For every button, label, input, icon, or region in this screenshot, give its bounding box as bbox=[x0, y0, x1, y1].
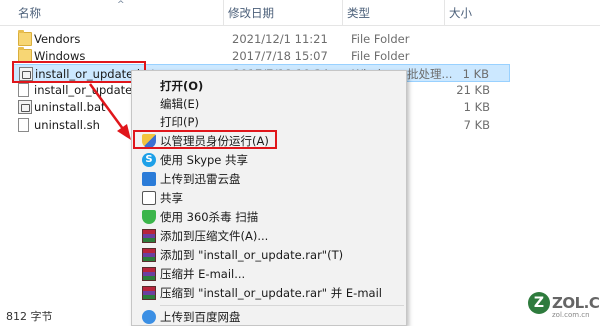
file-type: File Folder bbox=[351, 49, 410, 63]
file-size: 1 KB bbox=[463, 100, 490, 114]
column-name-label: 名称 bbox=[18, 6, 41, 20]
menu-item-open[interactable]: 打开(O) bbox=[132, 77, 406, 95]
file-date: 2021/12/1 11:21 bbox=[232, 32, 328, 46]
column-size-header[interactable]: 大小 bbox=[445, 0, 515, 26]
menu-item-upload-baidu[interactable]: 上传到百度网盘 bbox=[132, 308, 406, 326]
baidu-cloud-icon bbox=[142, 310, 156, 324]
menu-item-label: 使用 360杀毒 扫描 bbox=[160, 210, 259, 224]
file-size: 7 KB bbox=[463, 118, 490, 132]
menu-item-share[interactable]: 共享 bbox=[132, 189, 406, 207]
winrar-icon bbox=[142, 286, 156, 300]
menu-item-print[interactable]: 打印(P) bbox=[132, 113, 406, 131]
share-icon bbox=[142, 191, 156, 205]
file-row-vendors[interactable]: Vendors 2021/12/1 11:21 File Folder bbox=[12, 30, 510, 48]
folder-icon bbox=[18, 30, 32, 46]
menu-item-label: 压缩到 "install_or_update.rar" 并 E-mail bbox=[160, 286, 382, 300]
status-bar-text: 812 字节 bbox=[6, 310, 53, 323]
batch-file-icon bbox=[18, 100, 32, 114]
menu-item-skype-share[interactable]: S 使用 Skype 共享 bbox=[132, 151, 406, 169]
xunlei-icon bbox=[142, 172, 156, 186]
skype-icon: S bbox=[142, 153, 156, 167]
menu-item-label: 使用 Skype 共享 bbox=[160, 153, 249, 167]
winrar-icon bbox=[142, 267, 156, 281]
menu-item-label: 编辑(E) bbox=[160, 97, 200, 111]
watermark-text: ZOL.COM bbox=[552, 294, 600, 312]
menu-item-label: 添加到 "install_or_update.rar"(T) bbox=[160, 248, 344, 262]
menu-item-label: 上传到迅雷云盘 bbox=[160, 172, 241, 186]
column-date-label: 修改日期 bbox=[228, 6, 274, 20]
menu-item-label: 打印(P) bbox=[160, 115, 199, 129]
file-size: 21 KB bbox=[456, 83, 490, 97]
sort-arrow-icon: ^ bbox=[117, 0, 125, 10]
zol-logo-icon: Z bbox=[528, 292, 550, 314]
menu-item-edit[interactable]: 编辑(E) bbox=[132, 95, 406, 113]
column-type-label: 类型 bbox=[347, 6, 370, 20]
menu-item-label: 共享 bbox=[160, 191, 183, 205]
highlight-box-run-as-admin bbox=[133, 130, 277, 149]
menu-item-add-to-archive[interactable]: 添加到压缩文件(A)... bbox=[132, 227, 406, 245]
menu-item-label: 上传到百度网盘 bbox=[160, 310, 241, 324]
file-name: uninstall.sh bbox=[34, 118, 100, 132]
highlight-box-file bbox=[12, 61, 146, 83]
winrar-icon bbox=[142, 229, 156, 243]
file-date: 2017/7/18 15:07 bbox=[232, 49, 328, 63]
column-size-label: 大小 bbox=[449, 6, 472, 20]
menu-separator bbox=[160, 305, 404, 306]
menu-item-compress-rar-email[interactable]: 压缩到 "install_or_update.rar" 并 E-mail bbox=[132, 284, 406, 302]
document-icon bbox=[18, 83, 29, 97]
menu-item-label: 打开(O) bbox=[160, 79, 204, 93]
menu-item-compress-email[interactable]: 压缩并 E-mail... bbox=[132, 265, 406, 283]
menu-item-upload-xunlei[interactable]: 上传到迅雷云盘 bbox=[132, 170, 406, 188]
watermark-subtext: zol.com.cn bbox=[552, 311, 590, 319]
file-type: File Folder bbox=[351, 32, 410, 46]
file-name: Vendors bbox=[34, 32, 81, 46]
column-type-header[interactable]: 类型 bbox=[343, 0, 445, 26]
document-icon bbox=[18, 118, 29, 132]
column-header: 名称 ^ 修改日期 类型 大小 bbox=[0, 0, 600, 26]
column-date-header[interactable]: 修改日期 bbox=[224, 0, 343, 26]
menu-item-add-to-rar[interactable]: 添加到 "install_or_update.rar"(T) bbox=[132, 246, 406, 264]
menu-item-label: 添加到压缩文件(A)... bbox=[160, 229, 269, 243]
file-explorer-window: 名称 ^ 修改日期 类型 大小 Vendors 2021/12/1 11:21 … bbox=[0, 0, 600, 326]
watermark-logo: Z ZOL.COM zol.com.cn bbox=[528, 290, 600, 326]
360-shield-icon bbox=[142, 210, 156, 224]
context-menu: 打开(O) 编辑(E) 打印(P) 以管理员身份运行(A) S 使用 Skype… bbox=[131, 70, 407, 326]
menu-item-label: 压缩并 E-mail... bbox=[160, 267, 246, 281]
file-name: uninstall.bat bbox=[34, 100, 106, 114]
winrar-icon bbox=[142, 248, 156, 262]
menu-item-360-scan[interactable]: 使用 360杀毒 扫描 bbox=[132, 208, 406, 226]
